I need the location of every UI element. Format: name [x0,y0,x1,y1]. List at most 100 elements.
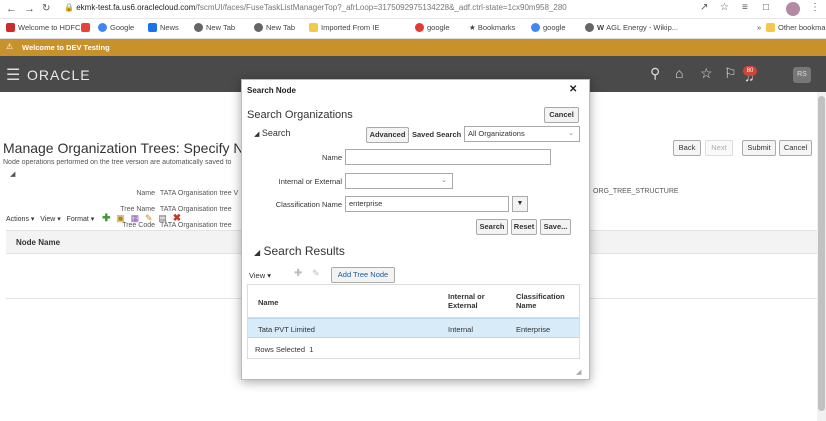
pencil-icon[interactable]: ✎ [312,268,320,279]
bookmark-item[interactable]: Google [98,23,134,32]
globe-icon [585,23,594,32]
back-arrow-icon[interactable]: ← [6,3,17,15]
add-icon[interactable]: ✚ [102,213,110,224]
bookmark-item[interactable]: News [148,23,179,32]
profile-avatar[interactable] [786,2,800,16]
tree-icon[interactable]: ▦ [131,213,140,223]
classification-input[interactable]: enterprise [345,196,509,212]
user-avatar[interactable]: RS [793,67,811,83]
reset-button[interactable]: Reset [511,219,537,235]
bookmark-item[interactable]: google [531,23,566,32]
add-tree-node-button[interactable]: Add Tree Node [331,267,395,283]
column-header-internal-external[interactable]: Internal or External [448,292,508,310]
pencil-icon[interactable]: ✎ [145,213,153,223]
bookmark-item[interactable]: W AGL Energy - Wikip... [585,23,678,32]
page-title: Manage Organization Trees: Specify Nodes [3,140,274,156]
lock-icon: 🔒 [64,3,74,12]
submit-button[interactable]: Submit [742,140,776,156]
edit-doc-icon[interactable]: ▣ [116,213,125,223]
saved-search-label: Saved Search [412,130,462,139]
bookmark-item[interactable]: Imported From IE [309,23,379,32]
classification-label: Classification Name [275,200,342,209]
favorites-star-icon[interactable]: ☆ [700,65,713,82]
advanced-button[interactable]: Advanced [366,127,409,143]
bookmark-item[interactable] [81,23,93,32]
column-header-node-name[interactable]: Node Name [16,238,60,247]
results-table-header: Name Internal or External Classification… [248,285,579,318]
star-icon[interactable]: ☆ [720,2,729,13]
home-icon[interactable]: ⌂ [675,65,683,81]
browser-toolbar: ← → ↻ 🔒 ekmk-test.fa.us6.oraclecloud.com… [0,0,826,19]
address-bar[interactable]: 🔒 ekmk-test.fa.us6.oraclecloud.com/fscmU… [64,3,567,12]
dialog-title: Search Node [247,86,296,95]
bookmark-item[interactable]: Welcome to HDFC... [6,23,87,32]
field-value: TATA Organisation tree [160,206,232,213]
side-panel-icon[interactable]: □ [763,2,769,13]
scrollbar-thumb[interactable] [818,96,825,411]
field-label: Tree Name [120,206,155,213]
rows-selected: Rows Selected 1 [255,345,314,354]
oracle-logo: ORACLE [27,67,91,83]
internal-external-select[interactable]: ⌄ [345,173,453,189]
news-icon [148,23,157,32]
bookmark-item[interactable]: google [415,23,450,32]
add-icon[interactable]: ✚ [294,268,302,279]
column-header-classification[interactable]: Classification Name [516,292,576,310]
table-row[interactable]: Tata PVT Limited Internal Enterprise [248,318,579,338]
resize-handle[interactable]: ◢ [576,368,581,376]
dev-banner: ⚠ Welcome to DEV Testing [0,39,826,56]
collapse-triangle-icon[interactable]: ◢ [10,170,15,178]
delete-icon[interactable]: ✖ [173,213,181,224]
dialog-cancel-button[interactable]: Cancel [544,107,579,123]
google-icon [98,23,107,32]
back-button[interactable]: Back [673,140,701,156]
search-organizations-heading: Search Organizations [247,109,353,121]
page-scrollbar[interactable] [817,92,826,421]
name-label: Name [321,153,342,162]
saved-search-select[interactable]: All Organizations ⌄ [464,126,580,142]
bookmark-item[interactable]: ★ Bookmarks [469,23,515,32]
actions-menu[interactable]: Actions ▾ [6,216,34,223]
cancel-button[interactable]: Cancel [779,140,812,156]
bookmark-star-icon: ★ [469,23,478,32]
cell-classification: Enterprise [516,325,551,334]
bookmarks-overflow[interactable]: » [757,23,761,32]
save-button[interactable]: Save... [540,219,571,235]
view-menu[interactable]: View ▾ [40,216,61,223]
export-icon[interactable]: ▤ [158,213,167,223]
collapse-triangle-icon: ◢ [254,131,260,138]
results-view-menu[interactable]: View ▾ [249,271,271,280]
cell-name: Tata PVT Limited [258,325,315,334]
bookmark-item[interactable]: New Tab [194,23,235,32]
dropdown-button[interactable]: ▼ [512,196,528,212]
search-section-toggle[interactable]: ◢ Search [254,128,290,138]
share-icon[interactable]: ↗ [700,2,708,13]
hamburger-menu-icon[interactable]: ☰ [6,65,20,85]
caret-down-icon: ▼ [516,200,524,207]
next-button[interactable]: Next [705,140,733,156]
results-table: Name Internal or External Classification… [247,284,580,359]
reload-icon[interactable]: ↻ [42,3,50,14]
name-input[interactable] [345,149,551,165]
format-menu[interactable]: Format ▾ [67,216,95,223]
internal-external-label: Internal or External [278,177,342,186]
forward-arrow-icon[interactable]: → [24,3,35,15]
bookmark-item[interactable]: New Tab [254,23,295,32]
search-results-toggle[interactable]: ◢ Search Results [254,244,345,258]
close-icon[interactable]: ✕ [569,84,577,95]
folder-icon [309,23,318,32]
folder-icon [766,23,775,32]
cell-internal-external: Internal [448,325,474,334]
column-header-name[interactable]: Name [258,298,278,307]
search-button[interactable]: Search [476,219,508,235]
search-icon[interactable]: ⚲ [650,65,660,82]
flag-icon[interactable]: ⚐ [724,65,737,82]
other-bookmarks[interactable]: Other bookmarks [766,23,826,32]
tree-structure-value: ORG_TREE_STRUCTURE [593,188,679,195]
globe-icon [194,23,203,32]
field-label: Name [136,190,155,197]
warning-icon: ⚠ [6,42,14,51]
notification-badge: 80 [743,66,757,76]
media-control-icon[interactable]: ≡ [742,2,748,13]
browser-menu-icon[interactable]: ⋮ [810,2,820,13]
